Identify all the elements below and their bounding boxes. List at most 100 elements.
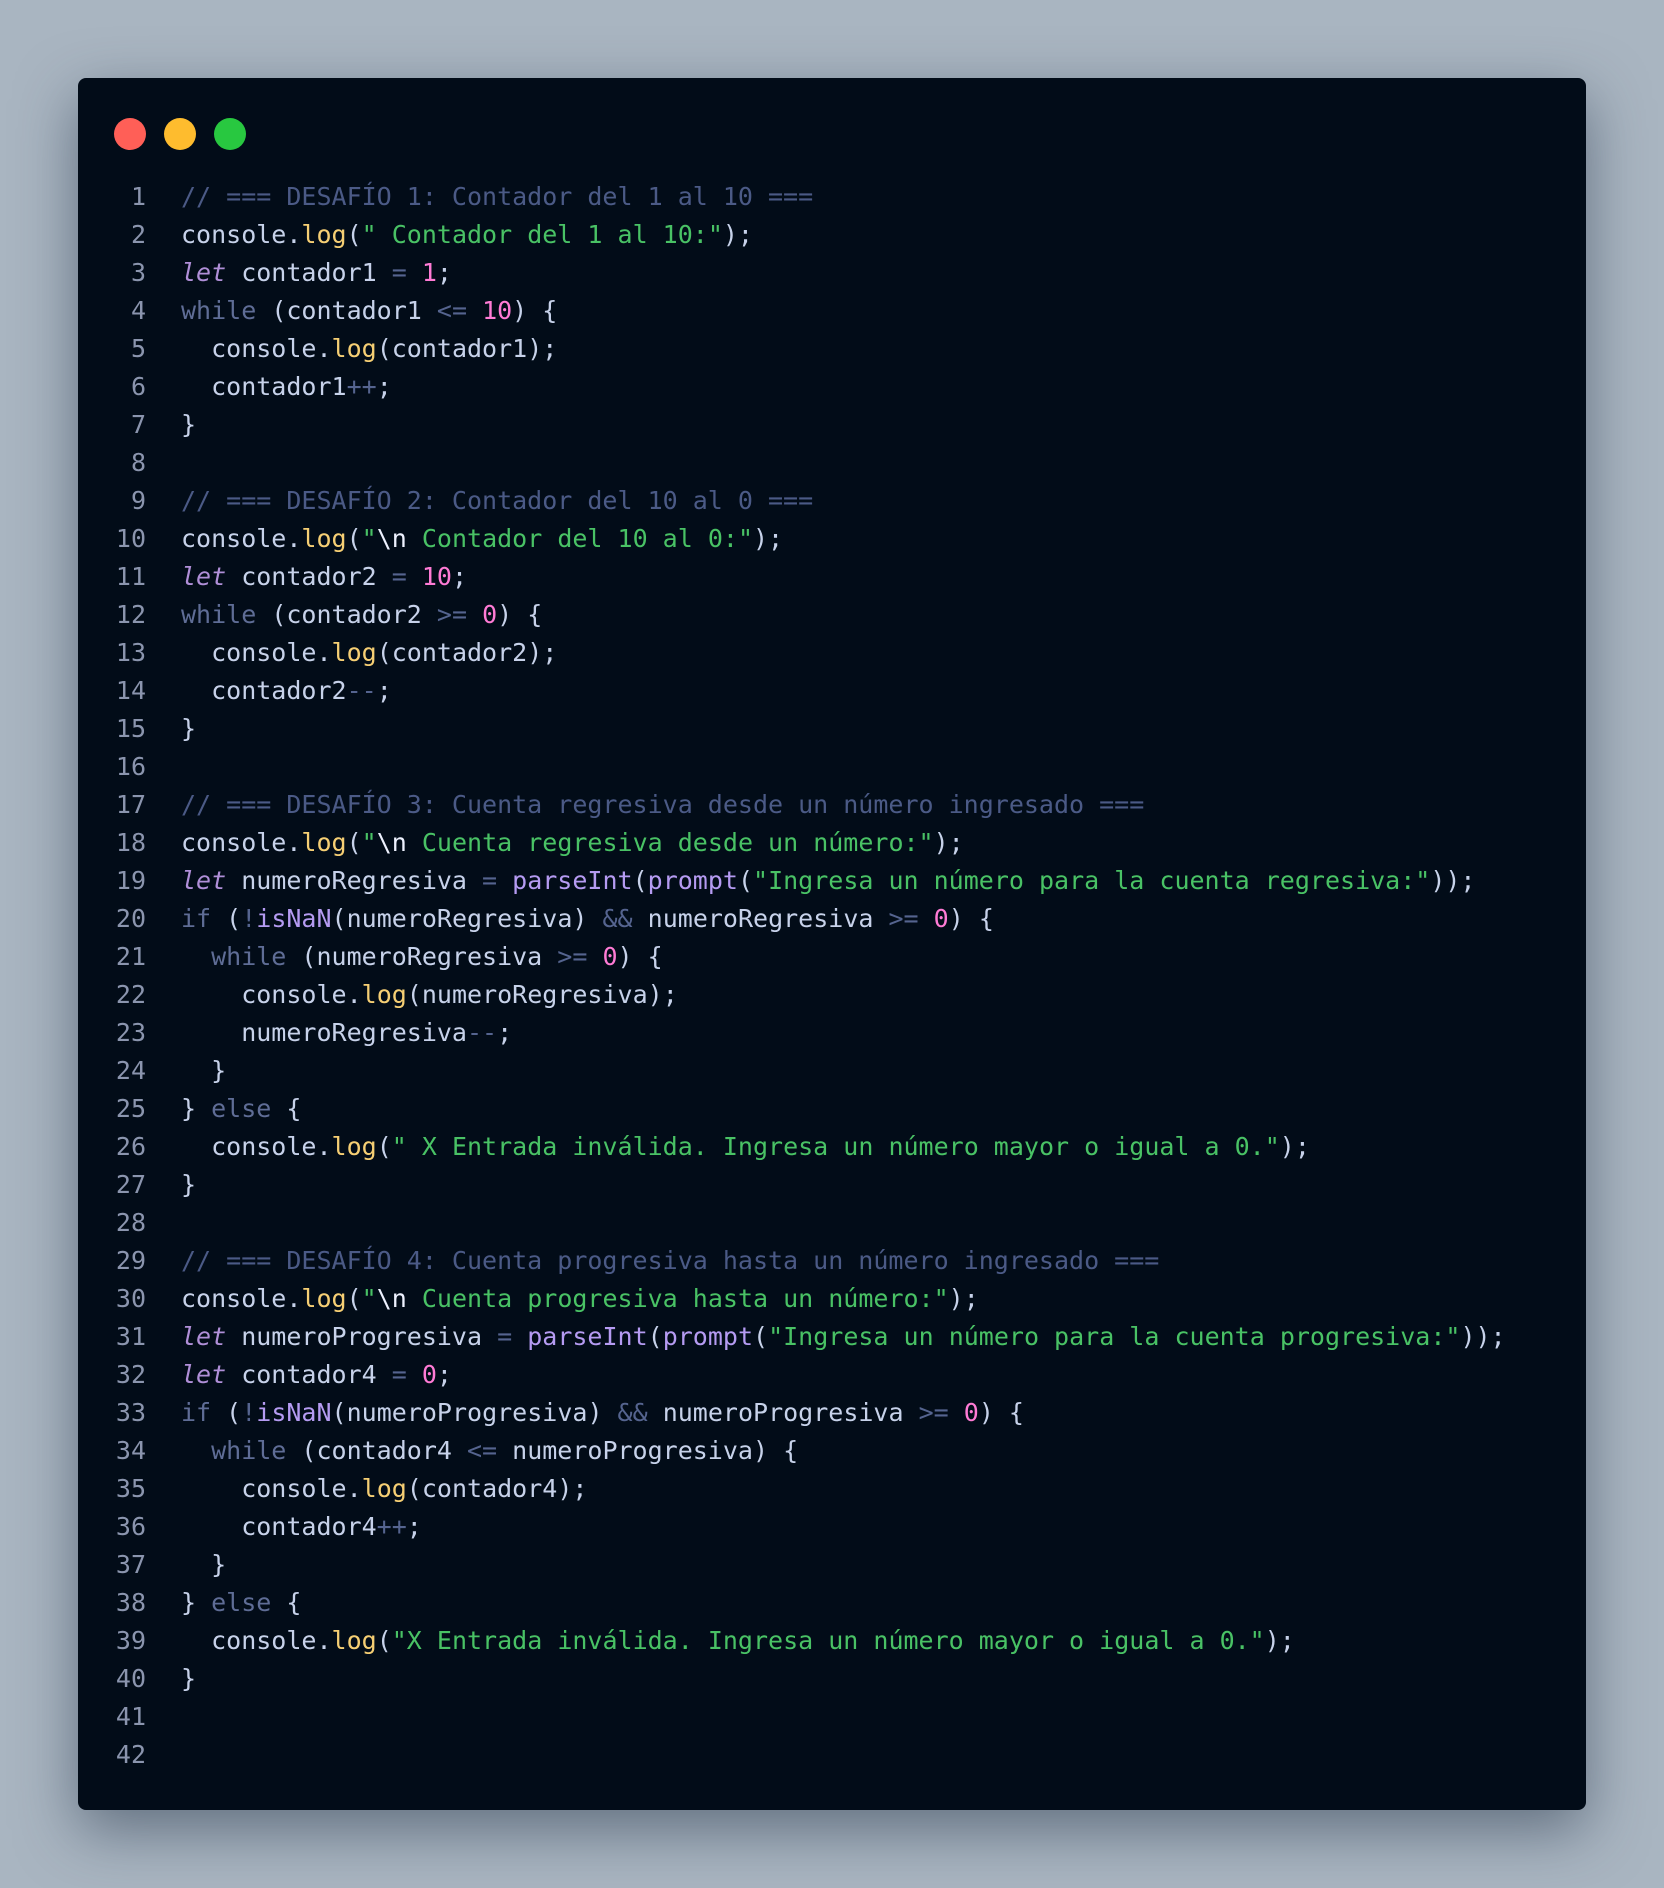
code-token: contador2 [391, 638, 528, 667]
code-token: parseInt [512, 866, 633, 895]
code-token: ! [241, 904, 257, 933]
code-token: = [497, 1322, 513, 1351]
code-line: 41 [78, 1698, 1586, 1736]
line-number: 33 [115, 1398, 146, 1427]
line-number: 17 [115, 790, 146, 819]
code-token: ) [572, 904, 603, 933]
line-number: 8 [130, 448, 146, 477]
code-line: 5 console.log(contador1); [78, 330, 1586, 368]
code-token: } [181, 714, 197, 743]
code-line: 40} [78, 1660, 1586, 1698]
code-token: ); [527, 334, 558, 363]
code-token: let [181, 866, 227, 895]
line-number: 29 [115, 1246, 146, 1275]
code-token: ( [346, 1284, 362, 1313]
code-line: 13 console.log(contador2); [78, 634, 1586, 672]
line-number: 38 [115, 1588, 146, 1617]
code-token: . [286, 1284, 302, 1313]
line-code: console.log("\n Contador del 10 al 0:"); [181, 520, 783, 558]
line-code: console.log(" Contador del 1 al 10:"); [181, 216, 753, 254]
line-code: while (contador4 <= numeroProgresiva) { [181, 1432, 798, 1470]
line-code: } [181, 1660, 196, 1698]
line-number: 26 [115, 1132, 146, 1161]
code-token: log [301, 524, 347, 553]
code-token: prompt [647, 866, 738, 895]
line-number: 1 [130, 182, 146, 211]
code-line: 24 } [78, 1052, 1586, 1090]
code-token: ) { [978, 1398, 1024, 1427]
code-token: ); [722, 220, 753, 249]
code-token: . [316, 1132, 332, 1161]
line-code: // === DESAFÍO 2: Contador del 10 al 0 =… [181, 482, 813, 520]
code-line: 18 console.log("\n Cuenta regresiva desde… [78, 824, 1586, 862]
code-token: 10 [421, 562, 452, 591]
code-line: 39 console.log("X Entrada inválida. Ingr… [78, 1622, 1586, 1660]
code-line: 15} [78, 710, 1586, 748]
maximize-button[interactable] [214, 118, 246, 150]
code-token: let [181, 1322, 227, 1351]
line-code: console.log(contador2); [181, 634, 557, 672]
code-token: { [271, 1588, 302, 1617]
code-token: >= [918, 1398, 949, 1427]
code-token: let [181, 562, 227, 591]
code-token: . [316, 1626, 332, 1655]
code-token: >= [888, 904, 919, 933]
line-number: 18 [115, 828, 146, 857]
code-line: 10 console.log("\n Contador del 10 al 0:"… [78, 520, 1586, 558]
code-token: ( [376, 1132, 392, 1161]
code-line: 7} [78, 406, 1586, 444]
code-token: . [316, 638, 332, 667]
line-number: 37 [115, 1550, 146, 1579]
code-token: " Contador del 1 al 10:" [361, 220, 723, 249]
code-token: ! [241, 1398, 257, 1427]
code-token: )); [1460, 1322, 1506, 1351]
code-line: 31 let numeroProgresiva = parseInt(prompt… [78, 1318, 1586, 1356]
code-token: >= [436, 600, 467, 629]
code-token: ) [587, 1398, 618, 1427]
code-token: log [331, 1132, 377, 1161]
line-code: console.log(numeroRegresiva); [181, 976, 678, 1014]
code-token: contador2 [286, 600, 437, 629]
code-token: } [181, 1664, 197, 1693]
code-block: 1 // === DESAFÍO 1: Contador del 1 al 10 … [78, 178, 1586, 1774]
code-token: \n [376, 828, 407, 857]
code-token: \n [376, 524, 407, 553]
code-line: 14 contador2--; [78, 672, 1586, 710]
line-code: } else { [181, 1584, 301, 1622]
code-token: "Ingresa un número para la cuenta progre… [768, 1322, 1461, 1351]
code-token: console [181, 1284, 287, 1313]
code-token: ( [376, 638, 392, 667]
code-token: 1 [421, 258, 437, 287]
code-token: else [211, 1094, 272, 1123]
close-button[interactable] [114, 118, 146, 150]
code-token: ; [406, 1512, 422, 1541]
code-token: log [331, 1626, 377, 1655]
code-token: ( [256, 296, 287, 325]
code-token: console [181, 1626, 317, 1655]
code-token: while [181, 296, 257, 325]
code-line: 8 [78, 444, 1586, 482]
code-token: ( [331, 904, 347, 933]
code-token: ( [346, 524, 362, 553]
minimize-button[interactable] [164, 118, 196, 150]
code-token: . [346, 1474, 362, 1503]
code-token: numeroRegresiva [316, 942, 558, 971]
code-line: 38 } else { [78, 1584, 1586, 1622]
code-token: "Ingresa un número para la cuenta regres… [753, 866, 1431, 895]
code-line: 34 while (contador4 <= numeroProgresiva)… [78, 1432, 1586, 1470]
code-token: <= [466, 1436, 498, 1465]
line-code: contador1++; [181, 368, 392, 406]
code-token: ( [376, 1626, 392, 1655]
line-code: contador2--; [181, 672, 392, 710]
code-token: numeroRegresiva [421, 980, 648, 1009]
code-token: ; [436, 258, 452, 287]
line-number: 39 [115, 1626, 146, 1655]
code-token: . [286, 828, 302, 857]
line-code: console.log(contador1); [181, 330, 557, 368]
code-token: else [211, 1588, 272, 1617]
